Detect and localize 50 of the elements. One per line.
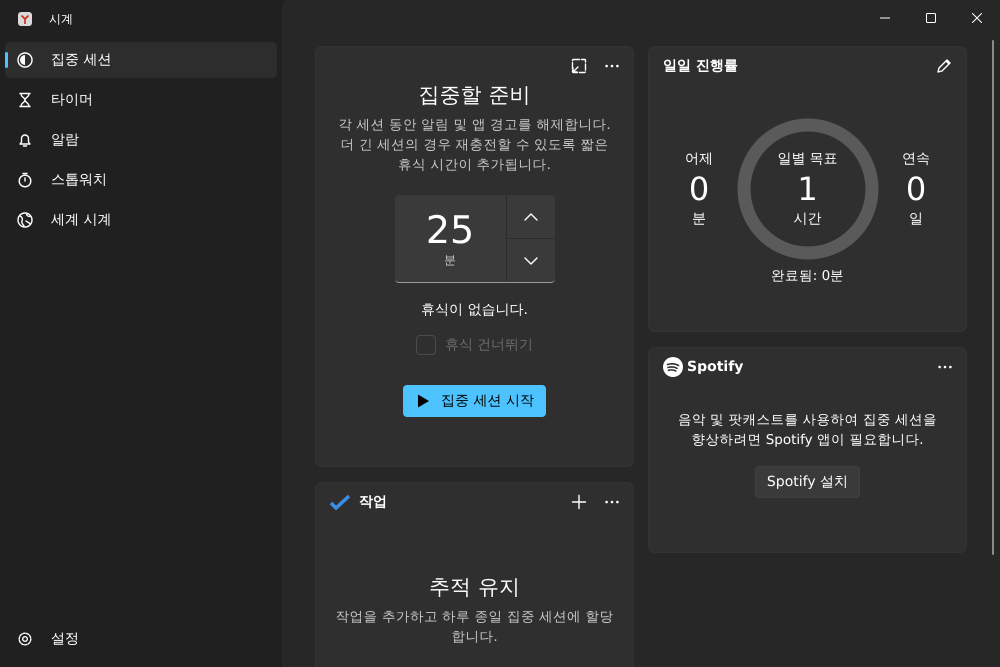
sidebar-item[interactable]: 알람 (5, 122, 277, 158)
card-description: 각 세션 동안 알림 및 앱 경고를 해제합니다. 더 긴 세션의 경우 재충전할 수 있도록 짧은 휴식 시간이 추가됩니다. (337, 116, 612, 175)
hourglass-icon (17, 92, 33, 108)
break-note: 휴식이 없습니다. (421, 301, 528, 319)
stat-unit: 분 (692, 210, 706, 228)
goal-value: 1 (797, 169, 818, 210)
card-heading: 추적 유지 (429, 574, 520, 601)
sidebar-item[interactable]: 스톱워치 (5, 162, 277, 198)
goal-label: 일별 목표 (777, 150, 838, 168)
close-icon (972, 13, 982, 23)
card-title: 일일 진행률 (663, 57, 738, 75)
window-title: 시계 (49, 10, 73, 28)
pencil-icon (936, 58, 952, 74)
clock-app-icon (17, 11, 33, 27)
goal-unit: 시간 (794, 210, 822, 228)
install-button[interactable]: Spotify 설치 (754, 466, 860, 498)
plus-icon (571, 494, 587, 510)
more-icon[interactable] (605, 500, 619, 504)
card-title: 작업 (358, 493, 387, 511)
duration-unit: 분 (444, 252, 456, 269)
duration-picker[interactable]: 25 분 (394, 195, 554, 283)
checkmark-icon (330, 494, 350, 510)
more-icon[interactable] (938, 365, 952, 369)
stat-unit: 일 (909, 210, 923, 228)
stat-label: 연속 (902, 150, 930, 168)
completed-text: 완료됨: 0분 (770, 267, 844, 285)
card-heading: 집중할 준비 (418, 82, 530, 109)
mini-view-icon (571, 58, 587, 74)
focus-icon (17, 52, 33, 68)
stat-value: 0 (688, 169, 710, 210)
spotify-logo-icon (663, 357, 683, 377)
start-button[interactable]: 집중 세션 시작 (403, 385, 546, 417)
card-message: 음악 및 팟캐스트를 사용하여 집중 세션을 향상하려면 Spotify 앱이 필요합니다. (676, 411, 938, 450)
play-icon (415, 393, 432, 409)
sidebar-item[interactable]: 타이머 (5, 82, 277, 118)
maximize-icon (926, 13, 936, 23)
globe-icon (17, 212, 33, 228)
brand-name: Spotify (687, 359, 744, 375)
scrollbar[interactable] (992, 40, 994, 555)
settings-icon (17, 631, 33, 647)
bell-icon (17, 132, 33, 148)
sidebar-item[interactable]: 세계 시계 (5, 202, 277, 238)
stopwatch-icon (17, 172, 33, 188)
settings-item[interactable]: 설정 (5, 621, 277, 657)
more-icon[interactable] (605, 64, 619, 68)
duration-value: 25 (426, 208, 474, 252)
card-description: 작업을 추가하고 하루 종일 집중 세션에 할당합니다. (334, 608, 614, 647)
sidebar-item[interactable]: 집중 세션 (5, 42, 277, 78)
stat-value: 0 (906, 169, 926, 210)
stat-label: 어제 (685, 150, 713, 168)
